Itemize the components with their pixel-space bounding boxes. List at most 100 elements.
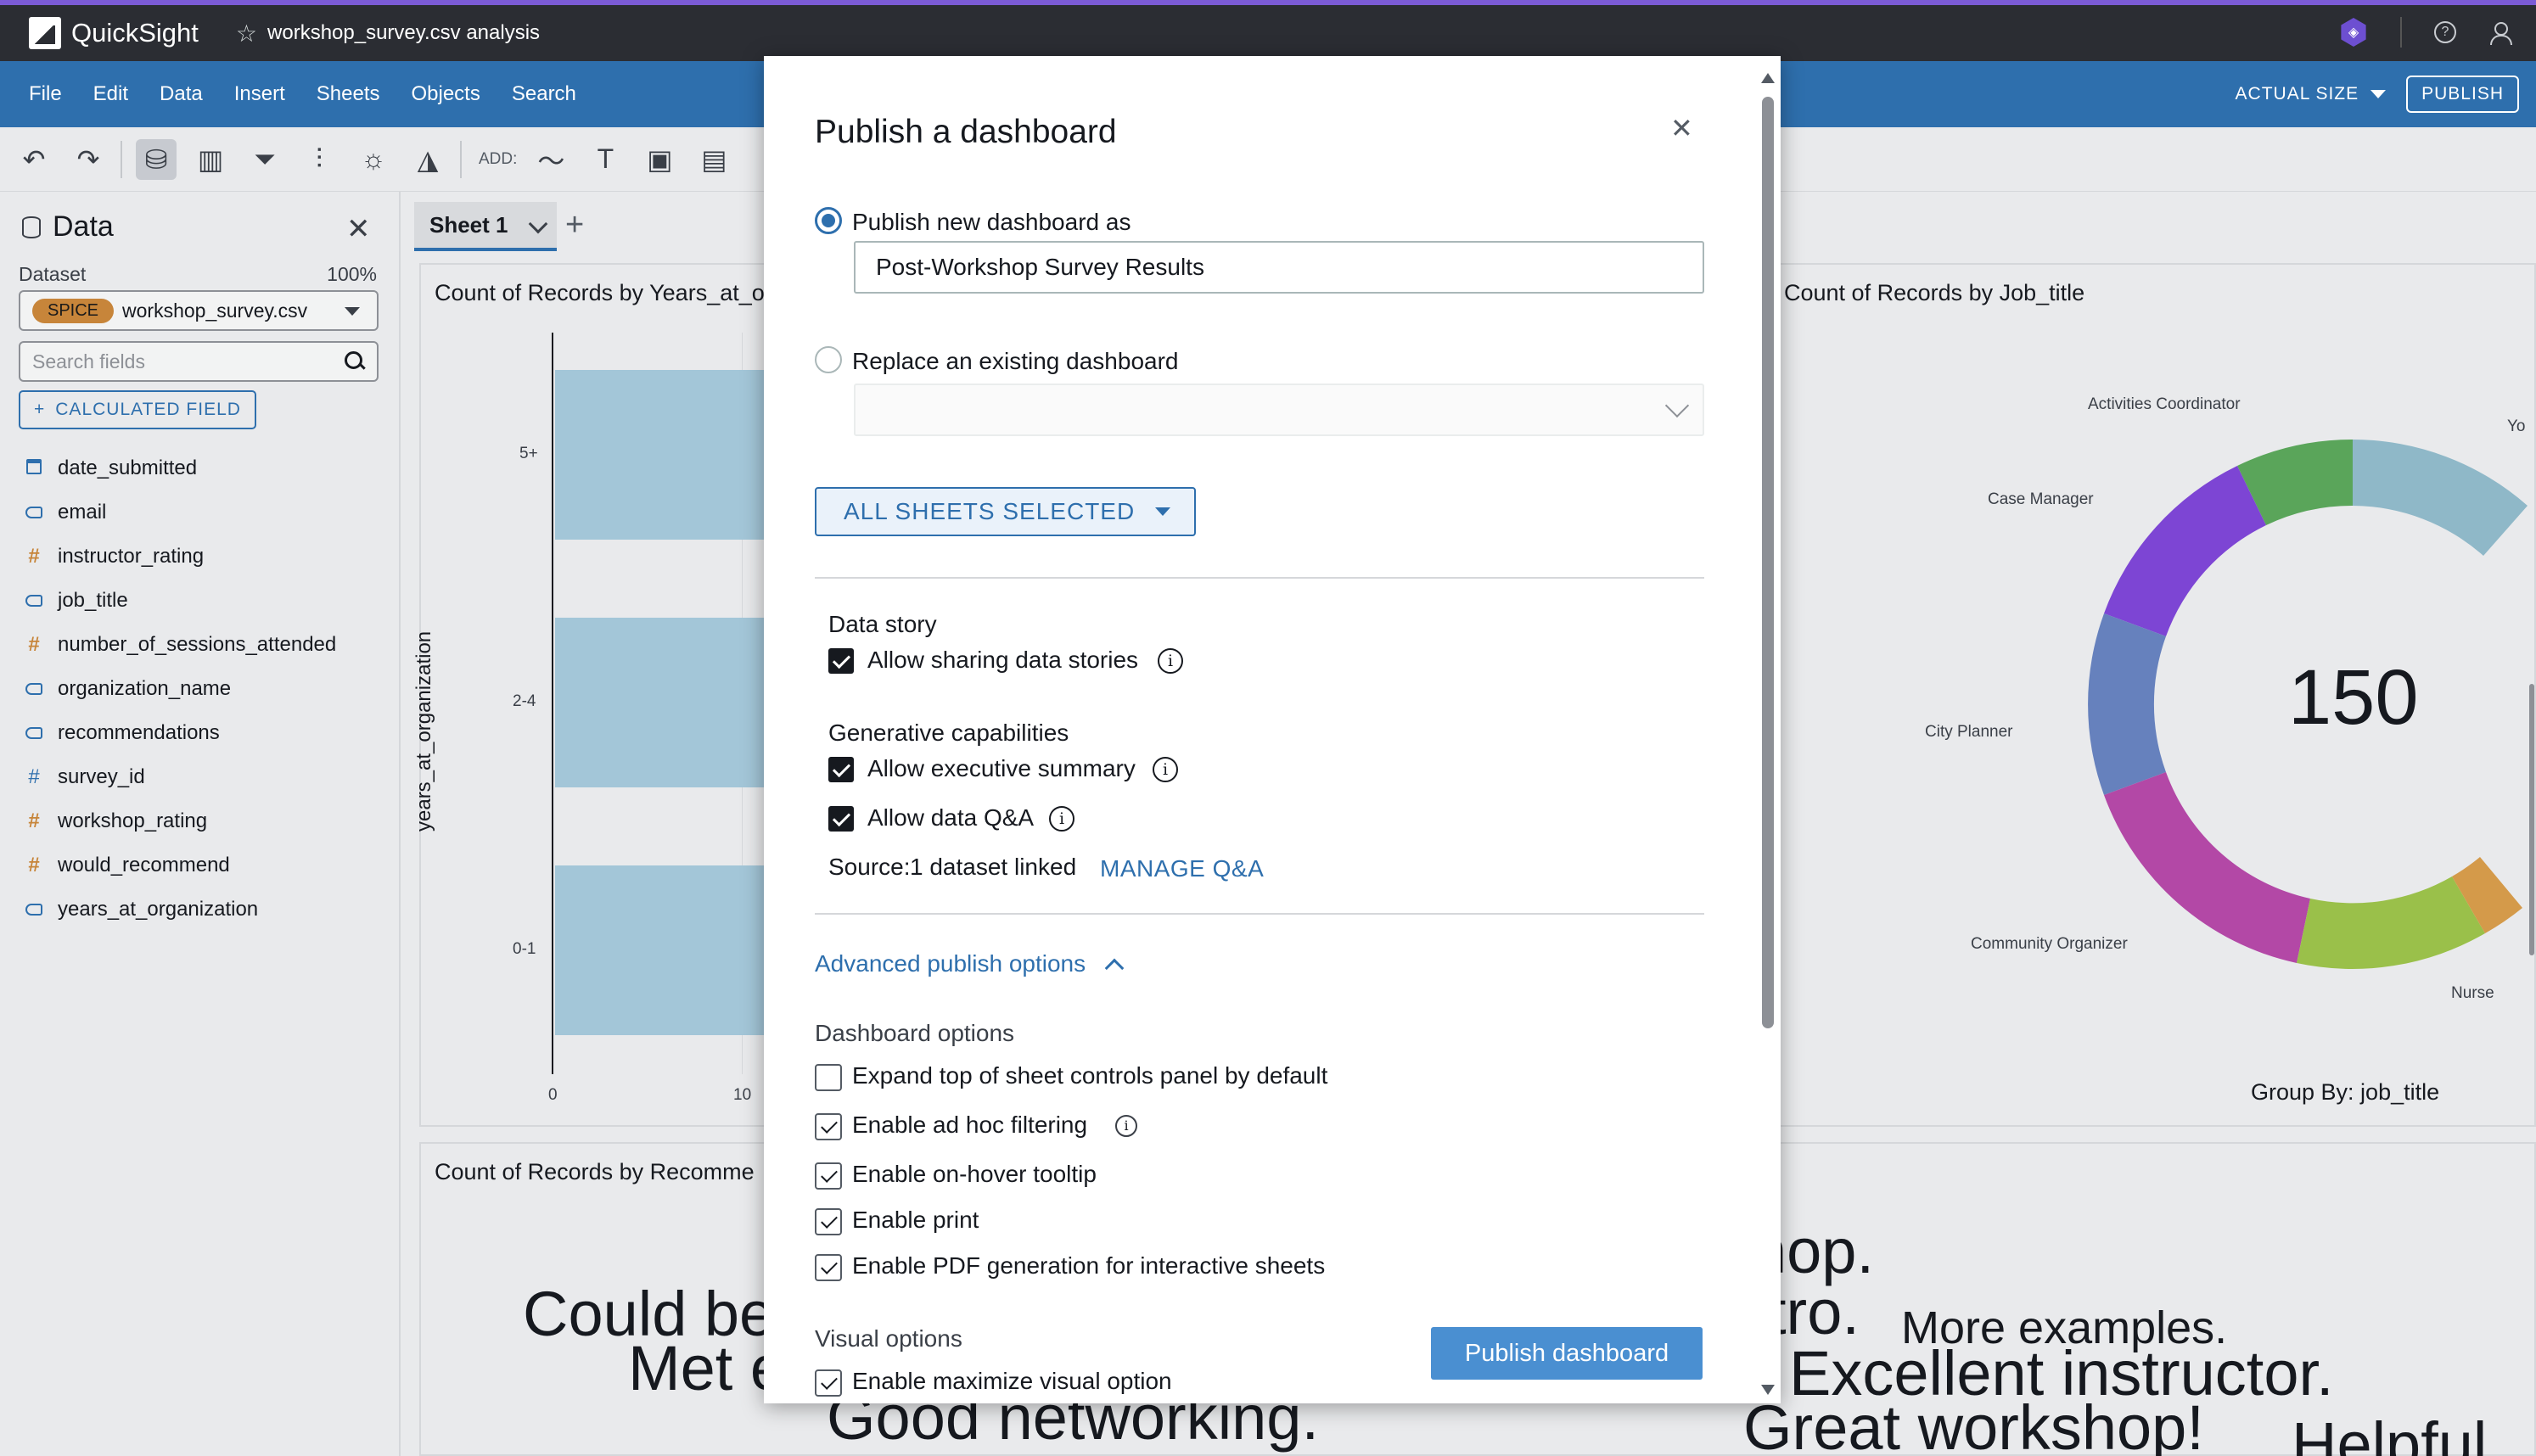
field-label: organization_name	[58, 677, 232, 700]
ad-hoc-filtering-checkbox[interactable]	[815, 1113, 842, 1140]
measure-icon: #	[28, 809, 40, 832]
bar-2-4[interactable]	[555, 618, 776, 787]
add-sheet-icon[interactable]: +	[565, 207, 584, 244]
field-item[interactable]: date_submitted	[24, 446, 336, 490]
info-icon[interactable]: i	[1115, 1115, 1137, 1137]
calculated-field-button[interactable]: + CALCULATED FIELD	[19, 390, 256, 429]
word-cloud-word[interactable]: Helpful	[2292, 1408, 2487, 1456]
sheet-tab-label: Sheet 1	[429, 211, 508, 238]
pdf-generation-checkbox[interactable]	[815, 1254, 842, 1281]
measure-icon: #	[28, 633, 40, 656]
info-icon[interactable]: i	[1049, 806, 1074, 832]
field-item[interactable]: # would_recommend	[24, 843, 336, 888]
amazon-q-icon[interactable]: ◈	[2341, 18, 2366, 47]
page-scrollbar[interactable]	[2528, 255, 2536, 1456]
add-text-icon[interactable]: T	[585, 139, 626, 180]
quicksight-logo[interactable]: QuickSight	[29, 17, 199, 49]
donut-segment-nurse[interactable]	[2297, 876, 2485, 969]
data-pane-icon[interactable]: ⛁	[136, 138, 177, 180]
advanced-publish-options-toggle[interactable]: Advanced publish options	[815, 950, 1125, 978]
dataset-dropdown[interactable]: SPICE workshop_survey.csv	[19, 290, 379, 331]
search-fields-input[interactable]	[20, 343, 326, 380]
field-item[interactable]: job_title	[24, 579, 336, 623]
divider	[121, 140, 122, 178]
close-icon[interactable]: ✕	[346, 212, 371, 246]
radio-publish-new[interactable]	[815, 207, 842, 234]
donut-segment-community-organizer[interactable]	[2104, 772, 2310, 963]
add-insight-icon[interactable]: ▤	[693, 139, 734, 180]
add-image-icon[interactable]: ▣	[639, 139, 680, 180]
donut-segment-city-planner[interactable]	[2088, 613, 2166, 795]
redo-icon[interactable]: ↷	[68, 139, 109, 180]
analysis-title-text: workshop_survey.csv analysis	[267, 21, 541, 44]
field-item[interactable]: email	[24, 490, 336, 535]
menu-edit[interactable]: Edit	[93, 82, 128, 106]
scroll-down-icon[interactable]	[1761, 1385, 1775, 1395]
maximize-visual-checkbox[interactable]	[815, 1369, 842, 1397]
dialog-title: Publish a dashboard	[815, 114, 1117, 150]
menu-insert[interactable]: Insert	[234, 82, 285, 106]
actual-size-dropdown[interactable]: ACTUAL SIZE	[2236, 84, 2387, 104]
allow-data-qa-checkbox[interactable]	[828, 806, 854, 832]
info-icon[interactable]: i	[1158, 648, 1183, 674]
dimension-icon	[24, 898, 44, 921]
allow-executive-summary-checkbox[interactable]	[828, 757, 854, 782]
field-item[interactable]: # workshop_rating	[24, 799, 336, 843]
undo-icon[interactable]: ↶	[14, 139, 54, 180]
donut-segment-case-manager[interactable]	[2104, 466, 2266, 636]
bar-0-1[interactable]	[555, 865, 776, 1035]
menu-file[interactable]: File	[29, 82, 62, 106]
star-icon[interactable]: ☆	[236, 20, 257, 48]
bar-5plus[interactable]	[555, 370, 776, 540]
menu-objects[interactable]: Objects	[411, 82, 480, 106]
word-cloud-word[interactable]: Met e	[628, 1332, 785, 1404]
radio-replace-existing[interactable]	[815, 346, 842, 373]
user-icon[interactable]	[2488, 20, 2512, 45]
add-visual-icon[interactable]: 〜	[530, 139, 571, 180]
publish-dashboard-button[interactable]: Publish dashboard	[1431, 1327, 1703, 1380]
menu-sheets[interactable]: Sheets	[317, 82, 380, 106]
close-icon[interactable]: ✕	[1670, 112, 1693, 144]
controls-icon[interactable]: ⫶	[299, 139, 339, 180]
info-icon[interactable]: i	[1153, 757, 1178, 782]
all-sheets-selected-button[interactable]: ALL SHEETS SELECTED	[815, 487, 1197, 536]
allow-data-qa-label: Allow data Q&A	[867, 804, 1035, 831]
analysis-title[interactable]: ☆ workshop_survey.csv analysis	[236, 20, 540, 48]
scroll-up-icon[interactable]	[1761, 73, 1775, 83]
scrollbar-thumb[interactable]	[2529, 684, 2534, 955]
filter-icon[interactable]: ⏷	[244, 139, 285, 180]
manage-qa-link[interactable]: MANAGE Q&A	[1100, 855, 1264, 882]
allow-data-stories-checkbox[interactable]	[828, 648, 854, 674]
word-cloud-word[interactable]: Great workshop!	[1743, 1392, 2204, 1456]
add-label: ADD:	[479, 149, 518, 168]
insights-icon[interactable]: ☼	[353, 139, 394, 180]
field-item[interactable]: recommendations	[24, 711, 336, 755]
search-fields-box	[19, 341, 379, 382]
field-item[interactable]: organization_name	[24, 667, 336, 711]
dataset-label: Dataset	[19, 263, 87, 285]
donut-segment-youth[interactable]	[2353, 440, 2528, 556]
dialog-scrollbar[interactable]	[1759, 71, 1777, 1397]
field-item[interactable]: # instructor_rating	[24, 535, 336, 579]
field-item[interactable]: # survey_id	[24, 755, 336, 799]
field-label: job_title	[58, 589, 128, 612]
visualize-icon[interactable]: ▥	[190, 139, 231, 180]
tab-sheet-1[interactable]: Sheet 1	[414, 202, 557, 251]
help-icon[interactable]: ?	[2434, 21, 2456, 43]
expand-controls-checkbox[interactable]	[815, 1064, 842, 1091]
publish-dashboard-dialog: Publish a dashboard ✕ Publish new dashbo…	[764, 56, 1781, 1403]
field-label: recommendations	[58, 721, 220, 744]
dashboard-name-input[interactable]	[854, 241, 1704, 294]
field-item[interactable]: # number_of_sessions_attended	[24, 623, 336, 667]
on-hover-tooltip-checkbox[interactable]	[815, 1162, 842, 1190]
menu-search[interactable]: Search	[512, 82, 576, 106]
publish-button[interactable]: PUBLISH	[2406, 76, 2519, 113]
enable-print-checkbox[interactable]	[815, 1208, 842, 1235]
field-item[interactable]: years_at_organization	[24, 888, 336, 932]
themes-icon[interactable]: ◮	[407, 139, 448, 180]
y-axis-line	[552, 333, 553, 1074]
search-icon[interactable]	[345, 351, 365, 372]
chevron-down-icon[interactable]	[528, 214, 548, 234]
menu-data[interactable]: Data	[160, 82, 203, 106]
scrollbar-thumb[interactable]	[1762, 97, 1774, 1028]
